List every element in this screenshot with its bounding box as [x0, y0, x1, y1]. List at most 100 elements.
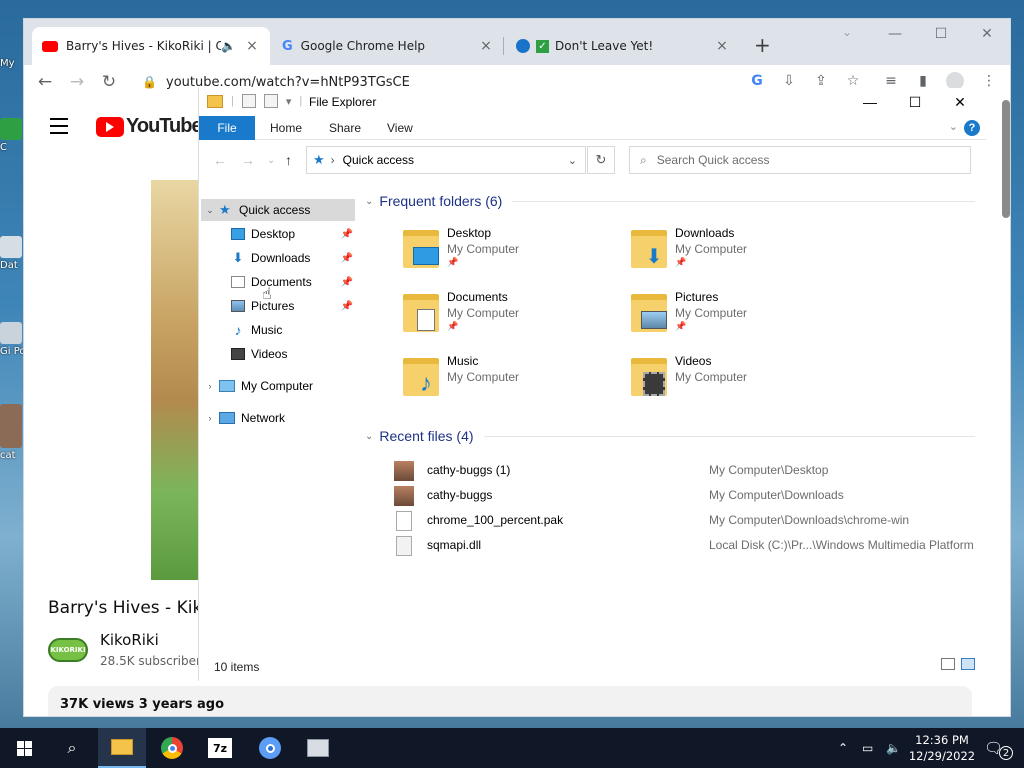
file-name: cathy-buggs — [427, 488, 493, 502]
collapse-chevron-icon[interactable]: ⌄ — [203, 205, 217, 216]
address-dropdown-icon[interactable]: ⌄ — [568, 154, 577, 167]
frequent-folder-music[interactable]: ♪ Music My Computer — [401, 354, 621, 410]
frequent-folders-header[interactable]: ⌄ Frequent folders (6) — [365, 193, 975, 209]
tab-chrome-help[interactable]: G Google Chrome Help × — [272, 27, 504, 65]
forward-button[interactable]: → — [66, 71, 88, 93]
explorer-address-bar[interactable]: ★ › Quick access ⌄ — [306, 146, 586, 174]
new-folder-icon[interactable] — [263, 94, 278, 108]
hamburger-menu-icon[interactable] — [50, 118, 68, 139]
close-tab-icon[interactable]: × — [244, 38, 260, 54]
help-button[interactable]: ? — [964, 120, 980, 136]
tree-item-downloads[interactable]: ⬇ Downloads 📌 — [229, 247, 355, 269]
collapse-chevron-icon[interactable]: ⌄ — [365, 431, 373, 442]
search-icon[interactable]: ⌕ — [48, 728, 96, 768]
recent-files-header[interactable]: ⌄ Recent files (4) — [365, 428, 975, 444]
new-tab-button[interactable]: + — [754, 33, 771, 57]
ribbon-tab-view[interactable]: View — [387, 116, 413, 140]
network-app-icon[interactable] — [294, 728, 342, 768]
explorer-minimize-button[interactable]: — — [847, 88, 893, 116]
frequent-folder-documents[interactable]: Documents My Computer 📌 — [401, 290, 621, 346]
network-status-icon[interactable]: ▭ — [862, 728, 873, 768]
ribbon-tab-file[interactable]: File — [199, 116, 255, 140]
desktop-icon-git[interactable]: Gi Por — [0, 322, 24, 357]
desktop-icon-cathy[interactable]: cat — [0, 404, 24, 461]
collapse-chevron-icon[interactable]: ⌄ — [365, 196, 373, 207]
desktop-icon-my-computer[interactable]: My — [0, 58, 24, 69]
star-icon: ★ — [219, 202, 231, 217]
notification-center-icon[interactable]: 🗨 2 — [984, 728, 1014, 768]
tree-item-documents[interactable]: Documents 📌 — [229, 271, 355, 293]
explorer-forward-icon[interactable]: → — [241, 152, 255, 168]
chrome-icon[interactable] — [148, 728, 196, 768]
tab-search-chevron-icon[interactable]: ⌄ — [842, 25, 852, 39]
tree-item-network[interactable]: › Network — [203, 407, 355, 429]
lock-icon[interactable]: 🔒 — [142, 75, 157, 89]
frequent-folder-desktop[interactable]: Desktop My Computer 📌 — [401, 226, 621, 282]
music-icon: ♪ — [420, 370, 432, 397]
speaker-icon[interactable]: 🔈 — [221, 39, 236, 53]
tree-item-pictures[interactable]: Pictures 📌 — [229, 295, 355, 317]
close-tab-icon[interactable]: × — [714, 38, 730, 54]
tab-dont-leave[interactable]: ✓ Don't Leave Yet! × — [506, 27, 740, 65]
file-explorer-icon[interactable] — [98, 728, 146, 768]
frequent-folder-downloads[interactable]: ⬇ Downloads My Computer 📌 — [629, 226, 849, 282]
desktop-icon-data[interactable]: Dat — [0, 236, 24, 271]
volume-icon[interactable]: 🔈 — [886, 728, 901, 768]
search-icon: ⌕ — [640, 152, 647, 167]
desktop-icon-2[interactable]: C — [0, 118, 24, 153]
maximize-button[interactable]: ☐ — [918, 19, 964, 49]
reload-button[interactable]: ↻ — [98, 71, 120, 93]
status-bar-item-count: 10 items — [214, 660, 260, 674]
properties-icon[interactable] — [241, 94, 256, 108]
tree-item-music[interactable]: ♪ Music — [229, 319, 355, 341]
minimize-button[interactable]: — — [872, 19, 918, 49]
recent-file-row[interactable]: cathy-buggs My Computer\Downloads — [394, 484, 979, 508]
page-scrollbar[interactable] — [1002, 100, 1010, 218]
recent-file-row[interactable]: cathy-buggs (1) My Computer\Desktop — [394, 459, 979, 483]
quick-access-toolbar: | ▾ | — [207, 94, 302, 108]
chromium-icon[interactable] — [246, 728, 294, 768]
show-hidden-icons-chevron-icon[interactable]: ⌃ — [838, 728, 848, 768]
tree-item-quick-access[interactable]: ⌄ ★ Quick access — [201, 199, 355, 221]
details-view-icon[interactable] — [941, 658, 955, 670]
tree-item-desktop[interactable]: Desktop 📌 — [229, 223, 355, 245]
folder-location: My Computer — [675, 370, 748, 384]
expand-chevron-icon[interactable]: › — [203, 413, 217, 423]
tree-item-my-computer[interactable]: › My Computer — [203, 375, 355, 397]
explorer-close-button[interactable]: ✕ — [937, 88, 983, 116]
back-button[interactable]: ← — [34, 71, 56, 93]
channel-name[interactable]: KikoRiki — [100, 631, 159, 649]
channel-avatar[interactable]: KIKORIKI — [48, 638, 88, 662]
video-description[interactable]: 37K views 3 years ago — [48, 686, 972, 716]
folder-icon — [207, 94, 223, 108]
tab-youtube[interactable]: Barry's Hives - KikoRiki | Car 🔈 × — [32, 27, 270, 65]
expand-chevron-icon[interactable]: › — [203, 381, 217, 391]
explorer-maximize-button[interactable]: ☐ — [892, 88, 938, 116]
tree-label: My Computer — [241, 379, 314, 393]
close-window-button[interactable]: ✕ — [964, 19, 1010, 49]
ribbon-tab-share[interactable]: Share — [329, 116, 361, 140]
customize-dropdown-icon[interactable]: ▾ — [286, 95, 292, 108]
large-icons-view-icon[interactable] — [961, 658, 975, 670]
tree-label: Desktop — [251, 227, 296, 241]
start-button[interactable] — [0, 728, 48, 768]
up-icon[interactable]: ↑ — [285, 152, 292, 168]
ribbon-tab-home[interactable]: Home — [270, 116, 302, 140]
system-clock[interactable]: 12:36 PM 12/29/2022 — [908, 732, 976, 764]
frequent-folder-videos[interactable]: Videos My Computer — [629, 354, 849, 410]
close-tab-icon[interactable]: × — [478, 38, 494, 54]
explorer-back-icon[interactable]: ← — [213, 152, 227, 168]
recent-file-row[interactable]: sqmapi.dll Local Disk (C:)\Pr...\Windows… — [394, 534, 979, 558]
refresh-button[interactable]: ↻ — [587, 146, 615, 174]
tree-item-videos[interactable]: Videos — [229, 343, 355, 365]
7zip-icon[interactable]: 7z — [196, 728, 244, 768]
download-icon: ⬇ — [645, 245, 663, 268]
video-title: Barry's Hives - Kik — [48, 598, 203, 618]
explorer-search-input[interactable]: ⌕ Search Quick access — [629, 146, 971, 174]
recent-file-row[interactable]: chrome_100_percent.pak My Computer\Downl… — [394, 509, 979, 533]
recent-locations-icon[interactable]: ⌄ — [267, 155, 275, 166]
frequent-folder-pictures[interactable]: Pictures My Computer 📌 — [629, 290, 849, 346]
breadcrumb-chevron-icon[interactable]: › — [331, 153, 335, 167]
video-player[interactable] — [151, 180, 201, 580]
expand-ribbon-chevron-icon[interactable]: ⌄ — [949, 120, 958, 133]
